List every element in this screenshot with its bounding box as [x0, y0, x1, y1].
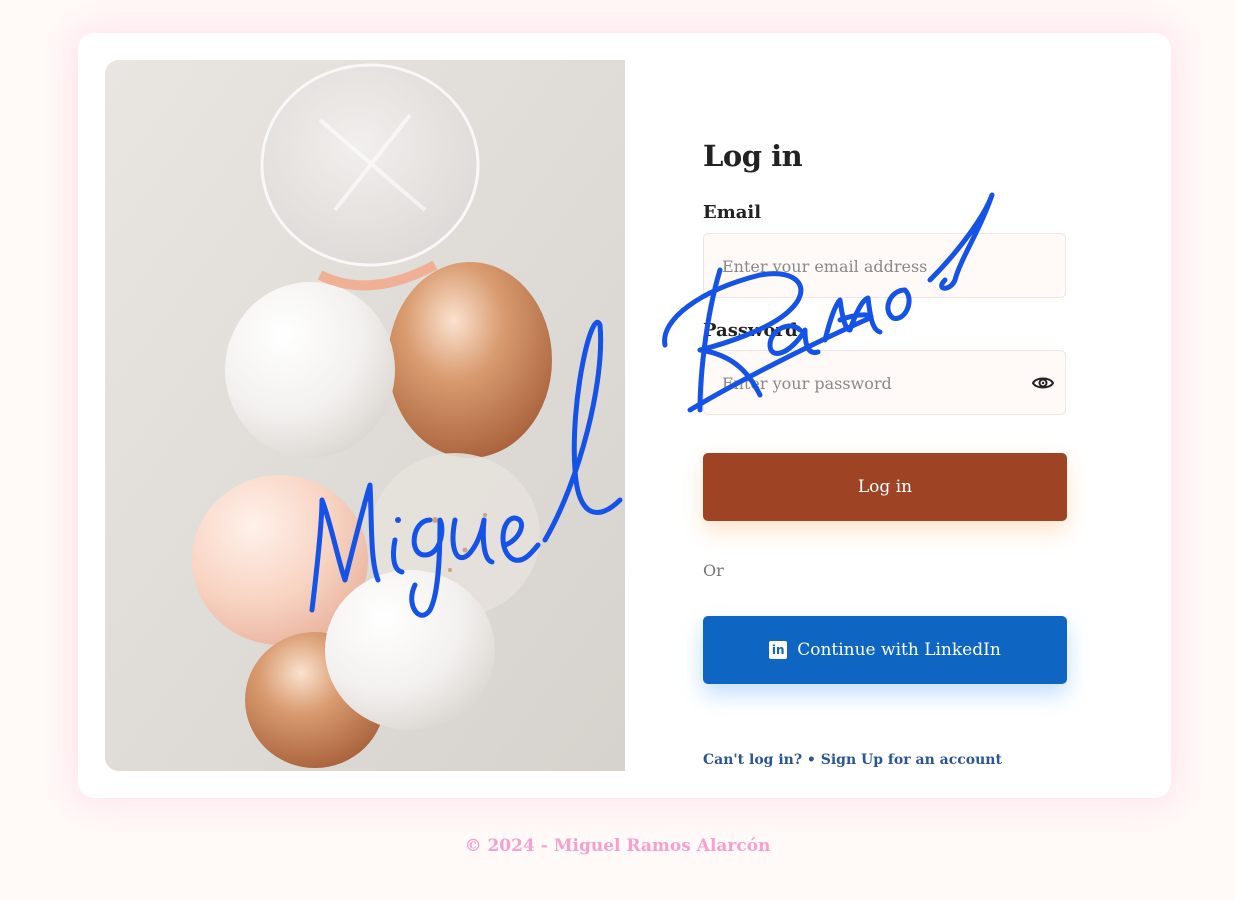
footer-copyright: © 2024 - Miguel Ramos Alarcón [464, 836, 771, 856]
balloons-photo [105, 60, 625, 771]
login-form: Log in Email Password Log in Or in Conti… [703, 33, 1083, 798]
linkedin-icon: in [769, 641, 788, 659]
password-field-container [703, 350, 1066, 416]
linkedin-button-label: Continue with LinkedIn [797, 640, 1001, 660]
login-card: Log in Email Password Log in Or in Conti… [78, 33, 1171, 798]
page-title: Log in [703, 139, 803, 173]
or-divider-text: Or [703, 561, 724, 580]
link-separator: • [802, 752, 821, 768]
login-button[interactable]: Log in [703, 453, 1067, 521]
cant-login-link[interactable]: Can't log in? [703, 752, 802, 768]
password-field[interactable] [720, 351, 1024, 416]
linkedin-button[interactable]: in Continue with LinkedIn [703, 616, 1067, 684]
email-field-container [703, 233, 1066, 299]
password-label: Password [703, 320, 798, 341]
email-label: Email [703, 202, 762, 223]
signup-link[interactable]: Sign Up for an account [821, 752, 1002, 768]
help-links: Can't log in? • Sign Up for an account [703, 752, 1002, 768]
balloons-image [105, 60, 625, 771]
eye-icon[interactable] [1031, 371, 1055, 395]
email-field[interactable] [720, 234, 1024, 299]
